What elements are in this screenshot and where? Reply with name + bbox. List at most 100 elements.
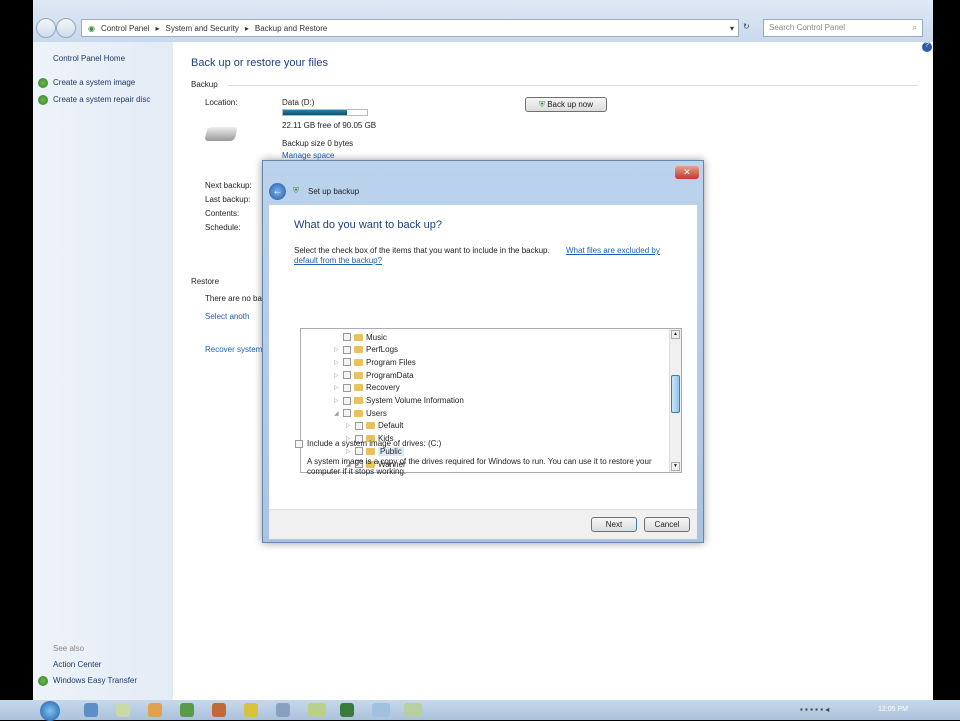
folder-icon (354, 371, 363, 379)
next-backup-label: Next backup: (205, 181, 252, 190)
tree-item-label: Music (366, 332, 387, 342)
tree-item[interactable]: ▷ ProgramData (334, 369, 414, 381)
easy-transfer-link[interactable]: Windows Easy Transfer (53, 676, 137, 685)
page-title: Back up or restore your files (191, 57, 328, 69)
drive-usage-bar (282, 109, 368, 116)
search-input[interactable]: Search Control Panel ⌕ (763, 19, 923, 37)
next-button[interactable]: Next (591, 517, 637, 532)
close-button[interactable]: ✕ (675, 166, 699, 179)
tree-item-label: PerfLogs (366, 345, 399, 355)
tree-item-checkbox[interactable] (343, 371, 351, 380)
excluded-files-link[interactable]: What files are excluded by (566, 246, 660, 255)
back-button[interactable] (36, 18, 56, 38)
firefox-icon[interactable] (148, 703, 162, 717)
expand-arrow-icon[interactable]: ▷ (334, 384, 340, 391)
contents-label: Contents: (205, 209, 240, 218)
backup-taskbar-icon[interactable] (404, 703, 422, 717)
tray-icons[interactable]: ▪ ▪ ▪ ▪ ▪ ◂ (800, 705, 829, 714)
expand-arrow-icon[interactable]: ▷ (334, 346, 340, 353)
tree-item-checkbox[interactable] (355, 421, 363, 430)
expand-arrow-icon[interactable]: ▷ (334, 397, 340, 404)
folder-icon (366, 447, 375, 455)
start-button[interactable] (40, 701, 60, 721)
search-icon: ⌕ (912, 23, 917, 32)
free-space-text: 22.11 GB free of 90.05 GB (282, 121, 377, 130)
folder-icon (366, 422, 375, 430)
tree-item-label: Default (378, 421, 404, 431)
tree-item[interactable]: ▷ Program Files (334, 356, 416, 368)
control-panel-home-link[interactable]: Control Panel Home (53, 54, 125, 63)
breadcrumb-backup-restore[interactable]: Backup and Restore (255, 24, 328, 33)
select-another-backup-link[interactable]: Select anoth (205, 312, 249, 321)
folder-icon (354, 358, 363, 366)
dialog-body: What do you want to back up? Select the … (269, 205, 697, 509)
refresh-icon[interactable]: ↻ (743, 22, 750, 31)
tree-item[interactable]: ▷ System Volume Information (334, 395, 464, 407)
action-center-link[interactable]: Action Center (53, 660, 101, 669)
app-icon[interactable] (212, 703, 226, 717)
see-also-label: See also (53, 644, 85, 653)
tree-item-checkbox[interactable] (343, 409, 351, 418)
shield-icon (38, 78, 48, 88)
manage-space-link[interactable]: Manage space (282, 151, 334, 160)
folder-icon (354, 397, 363, 404)
tree-item-checkbox[interactable] (343, 333, 351, 341)
address-bar[interactable]: ◉ Control Panel ▸ System and Security ▸ Ba… (81, 19, 739, 37)
sidebar: Control Panel Home Create a system image… (33, 42, 173, 700)
expand-arrow-icon[interactable]: ▷ (346, 422, 352, 429)
clock[interactable]: 12:05 PM (878, 706, 908, 713)
system-image-note: A system image is a copy of the drives r… (307, 457, 652, 466)
scroll-up-button[interactable]: ▲ (671, 330, 680, 339)
tree-item[interactable]: Music (334, 331, 387, 343)
create-system-image-link[interactable]: Create a system image (53, 78, 135, 87)
app-icon[interactable] (180, 703, 194, 717)
tree-item-checkbox[interactable] (343, 383, 351, 392)
tree-item[interactable]: ▷ Recovery (334, 382, 400, 394)
tree-scrollbar[interactable]: ▲ ▼ (669, 329, 681, 472)
folder-icon (354, 409, 363, 417)
tree-item-checkbox[interactable] (355, 447, 363, 456)
excluded-files-link-cont[interactable]: default from the backup? (294, 256, 382, 265)
expand-arrow-icon[interactable]: ▷ (334, 372, 340, 379)
last-backup-label: Last backup: (205, 195, 251, 204)
back-arrow-button[interactable]: ← (269, 183, 286, 200)
backup-size-text: Backup size 0 bytes (282, 139, 354, 148)
include-system-image-checkbox[interactable] (295, 440, 303, 448)
ie-icon[interactable] (84, 703, 98, 717)
tree-item[interactable]: ▷ Default (346, 420, 403, 432)
create-repair-disc-link[interactable]: Create a system repair disc (53, 95, 150, 104)
expand-arrow-icon[interactable]: ▷ (346, 448, 352, 455)
shield-icon: ⛨ (538, 100, 545, 109)
app-icon[interactable] (244, 703, 258, 717)
cancel-button[interactable]: Cancel (644, 517, 690, 532)
recover-system-link[interactable]: Recover system (205, 345, 262, 354)
tree-item[interactable]: ▷ PerfLogs (334, 344, 398, 356)
folder-tree: Music ▷ PerfLogs ▷ Program Files ▷ ProgramData… (300, 328, 682, 473)
expand-arrow-icon[interactable]: ◢ (334, 410, 340, 417)
tree-item-checkbox[interactable] (343, 358, 351, 367)
folder-icon (354, 384, 363, 392)
breadcrumb-system-security[interactable]: System and Security (165, 24, 238, 33)
expand-arrow-icon[interactable]: ▷ (334, 359, 340, 366)
schedule-label: Schedule: (205, 223, 241, 232)
app-icon[interactable] (276, 703, 290, 717)
forward-button[interactable] (56, 18, 76, 38)
back-up-now-label: Back up now (547, 100, 594, 109)
app-icon[interactable] (340, 703, 354, 717)
back-up-now-button[interactable]: ⛨ Back up now (525, 97, 607, 112)
dropdown-icon[interactable]: ▾ (730, 24, 738, 33)
app-icon[interactable] (308, 703, 326, 717)
scrollbar-thumb[interactable] (671, 375, 680, 413)
tree-item[interactable]: ◢ Users (334, 407, 387, 419)
tree-item-checkbox[interactable] (343, 396, 351, 405)
tree-item-checkbox[interactable] (343, 345, 351, 354)
breadcrumb-control-panel[interactable]: Control Panel (101, 24, 149, 33)
instruction-text: Select the check box of the items that y… (294, 246, 550, 255)
breadcrumb-separator: ▸ (244, 23, 249, 33)
backup-icon: ⛨ (293, 186, 299, 195)
tree-item-label: Program Files (366, 357, 416, 367)
explorer-icon[interactable] (116, 703, 130, 717)
control-panel-taskbar-icon[interactable] (372, 703, 390, 717)
drive-usage-fill (283, 110, 347, 115)
scroll-down-button[interactable]: ▼ (671, 462, 680, 471)
